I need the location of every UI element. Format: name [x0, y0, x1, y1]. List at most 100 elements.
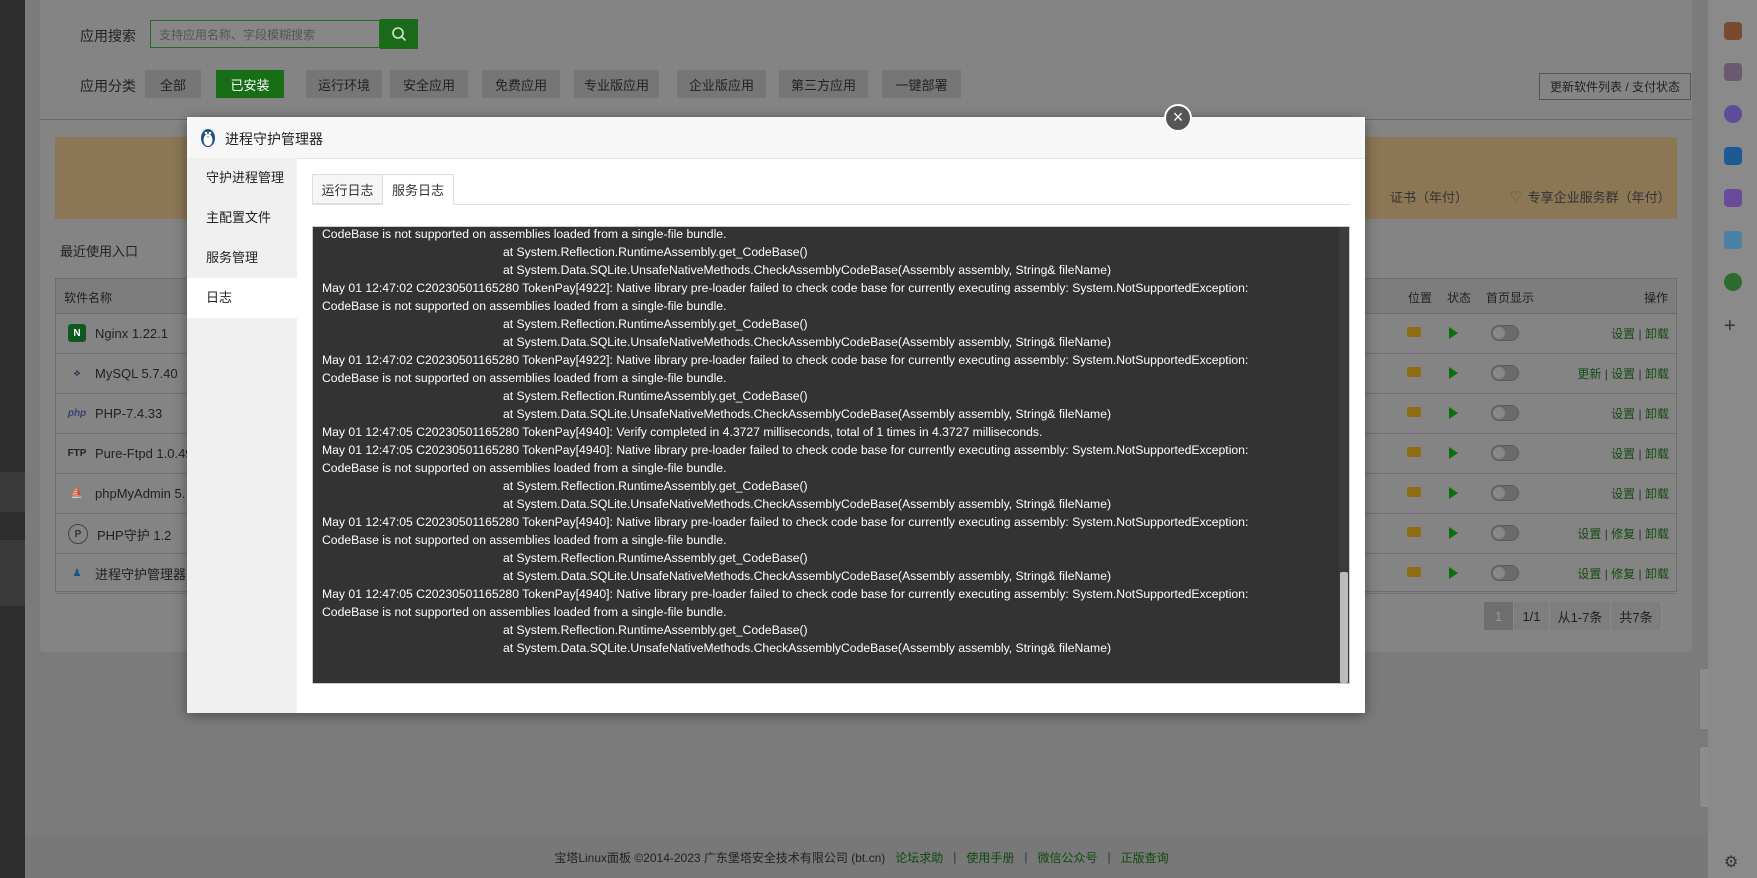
settings-gear-icon[interactable]: ⚙: [1724, 852, 1738, 872]
row-action-link[interactable]: 设置: [1611, 327, 1635, 341]
folder-icon[interactable]: [1407, 567, 1421, 577]
log-line: at System.Data.SQLite.UnsafeNativeMethod…: [503, 641, 1112, 655]
category-tab[interactable]: 企业版应用: [677, 70, 766, 98]
category-tab[interactable]: 一键部署: [882, 70, 961, 98]
footer-link-license[interactable]: 正版查询: [1121, 849, 1169, 866]
editor-icon[interactable]: [1724, 189, 1742, 207]
modal-title: 进程守护管理器: [225, 131, 323, 147]
category-tab[interactable]: 免费应用: [482, 70, 560, 98]
row-action-link[interactable]: 设置: [1611, 487, 1635, 501]
row-action-link[interactable]: 设置: [1577, 527, 1601, 541]
tab-run-log[interactable]: 运行日志: [312, 174, 383, 204]
log-line: CodeBase is not supported on assemblies …: [322, 299, 727, 313]
footer-copyright: 宝塔Linux面板 ©2014-2023 广东堡塔安全技术有限公司 (bt.cn…: [554, 850, 886, 865]
tree-icon[interactable]: [1724, 273, 1742, 291]
software-icon: ♟: [72, 568, 82, 579]
home-display-toggle[interactable]: [1491, 445, 1519, 461]
penguin-icon: [201, 129, 215, 147]
category-tab[interactable]: 专业版应用: [574, 70, 659, 98]
row-action-link[interactable]: 设置: [1611, 407, 1635, 421]
folder-icon[interactable]: [1407, 527, 1421, 537]
play-icon[interactable]: [1449, 327, 1458, 339]
log-scrollbar-thumb[interactable]: [1340, 572, 1348, 683]
page-current[interactable]: 1: [1484, 602, 1514, 630]
row-action-link[interactable]: 设置: [1577, 567, 1601, 581]
banner-item-service-group[interactable]: ♡ 专享企业服务群（年付）: [1510, 187, 1671, 206]
row-action-link[interactable]: 卸载: [1645, 327, 1669, 341]
modal-close-button[interactable]: ×: [1164, 104, 1192, 132]
row-action-link[interactable]: 卸载: [1645, 487, 1669, 501]
play-icon[interactable]: [1449, 367, 1458, 379]
right-taskbar: + ⚙: [1708, 0, 1757, 878]
row-action-link[interactable]: 更新: [1577, 367, 1601, 381]
side-item-service[interactable]: 服务管理: [187, 238, 297, 278]
footer-separator: |: [1024, 850, 1028, 864]
play-icon[interactable]: [1449, 567, 1458, 579]
category-tab[interactable]: 安全应用: [390, 70, 468, 98]
log-line: CodeBase is not supported on assemblies …: [322, 461, 727, 475]
play-icon[interactable]: [1449, 527, 1458, 539]
category-tab[interactable]: 已安装: [216, 70, 284, 98]
category-tab[interactable]: 第三方应用: [779, 70, 868, 98]
row-action-link[interactable]: 卸载: [1645, 407, 1669, 421]
folder-icon[interactable]: [1407, 367, 1421, 377]
software-name[interactable]: ⛵ phpMyAdmin 5.: [68, 484, 186, 502]
action-separator: |: [1635, 447, 1645, 461]
category-tab[interactable]: 运行环境: [306, 70, 382, 98]
software-name[interactable]: ♟ 进程守护管理器 3: [68, 564, 197, 583]
folder-icon[interactable]: [1407, 327, 1421, 337]
row-action-link[interactable]: 设置: [1611, 447, 1635, 461]
search-button[interactable]: [380, 19, 418, 49]
row-action-link[interactable]: 卸载: [1645, 367, 1669, 381]
side-item-config[interactable]: 主配置文件: [187, 198, 297, 238]
footer-link-manual[interactable]: 使用手册: [966, 849, 1014, 866]
toolbox-icon[interactable]: [1724, 22, 1742, 40]
home-display-toggle[interactable]: [1491, 325, 1519, 341]
software-name[interactable]: ⟡ MySQL 5.7.40: [68, 364, 178, 382]
send-icon[interactable]: [1724, 231, 1742, 249]
log-scrollbar[interactable]: [1339, 227, 1349, 683]
software-name[interactable]: P PHP守护 1.2: [68, 524, 171, 544]
play-icon[interactable]: [1449, 407, 1458, 419]
action-separator: |: [1635, 327, 1645, 341]
software-name[interactable]: php PHP-7.4.33: [68, 404, 162, 422]
outlook-icon[interactable]: [1724, 147, 1742, 165]
log-line: at System.Reflection.RuntimeAssembly.get…: [503, 551, 808, 565]
log-output[interactable]: CodeBase is not supported on assemblies …: [312, 226, 1350, 684]
banner-item-cert[interactable]: 证书（年付）: [1390, 187, 1468, 206]
row-action-link[interactable]: 修复: [1611, 567, 1635, 581]
page-total: 共7条: [1611, 602, 1662, 630]
row-action-link[interactable]: 卸载: [1645, 567, 1669, 581]
footer-link-forum[interactable]: 论坛求助: [895, 849, 943, 866]
folder-icon[interactable]: [1407, 447, 1421, 457]
software-icon: php: [67, 407, 87, 419]
home-display-toggle[interactable]: [1491, 485, 1519, 501]
software-name-label: 进程守护管理器 3: [95, 567, 197, 582]
footer-link-wechat[interactable]: 微信公众号: [1038, 849, 1098, 866]
row-action-link[interactable]: 修复: [1611, 527, 1635, 541]
row-action-link[interactable]: 设置: [1611, 367, 1635, 381]
tab-service-log[interactable]: 服务日志: [382, 174, 454, 205]
play-icon[interactable]: [1449, 487, 1458, 499]
row-action-link[interactable]: 卸载: [1645, 527, 1669, 541]
software-name[interactable]: N Nginx 1.22.1: [68, 324, 168, 342]
add-icon[interactable]: +: [1724, 315, 1736, 338]
row-actions: 设置 | 卸载: [1611, 445, 1669, 462]
people-icon[interactable]: [1724, 63, 1742, 81]
m365-icon[interactable]: [1724, 105, 1742, 123]
side-item-logs[interactable]: 日志: [187, 278, 297, 318]
col-home: 首页显示: [1486, 291, 1535, 305]
search-input[interactable]: 支持应用名称、字段模糊搜索: [150, 20, 380, 48]
home-display-toggle[interactable]: [1491, 365, 1519, 381]
folder-icon[interactable]: [1407, 407, 1421, 417]
play-icon[interactable]: [1449, 447, 1458, 459]
home-display-toggle[interactable]: [1491, 405, 1519, 421]
home-display-toggle[interactable]: [1491, 565, 1519, 581]
side-item-process[interactable]: 守护进程管理: [187, 158, 297, 198]
refresh-software-list-button[interactable]: 更新软件列表 / 支付状态: [1539, 73, 1691, 100]
row-action-link[interactable]: 卸载: [1645, 447, 1669, 461]
folder-icon[interactable]: [1407, 487, 1421, 497]
category-tab[interactable]: 全部: [145, 70, 201, 98]
home-display-toggle[interactable]: [1491, 525, 1519, 541]
software-name[interactable]: FTP Pure-Ftpd 1.0.49: [68, 444, 193, 462]
